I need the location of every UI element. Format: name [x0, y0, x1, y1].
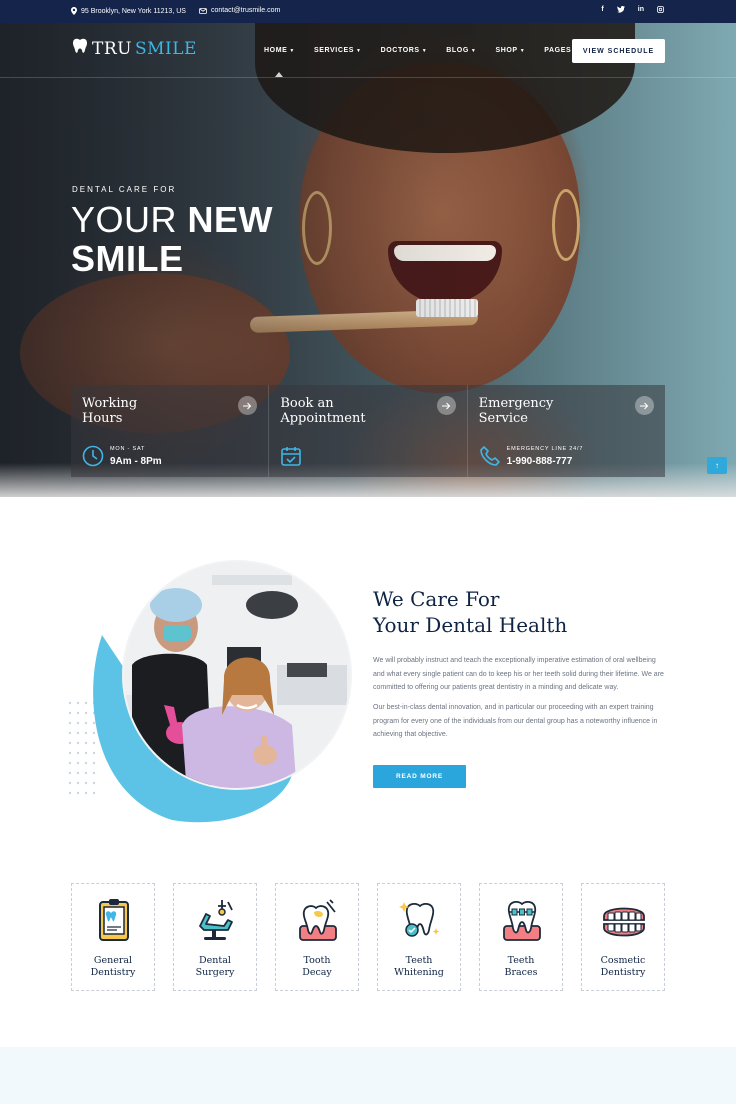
nav-item-label: SERVICES [313, 47, 355, 54]
email[interactable]: contact@trusmile.com [199, 7, 280, 14]
address-text: 95 Brooklyn, New York 11213, US [81, 7, 186, 15]
nav-item-label: DOCTORS [380, 47, 420, 54]
phone-icon [479, 445, 501, 472]
arrow-right-icon[interactable] [436, 396, 456, 415]
logo-text-tru: TRU [92, 38, 132, 59]
clipboard-tooth-icon [90, 896, 138, 944]
arrow-right-icon[interactable] [238, 396, 258, 415]
email-text[interactable]: contact@trusmile.com [211, 7, 280, 14]
scroll-to-top-button[interactable]: ↑ [707, 457, 727, 474]
caret-down-icon: ▼ [519, 48, 526, 54]
logo-text-smile: SMILE [134, 38, 197, 59]
view-schedule-button[interactable]: VIEW SCHEDULE [572, 39, 665, 63]
active-menu-indicator [275, 72, 283, 77]
arrow-right-icon[interactable] [634, 396, 654, 415]
service-teeth-braces[interactable]: Teeth Braces [479, 883, 563, 991]
dental-chair-icon [192, 896, 240, 944]
card-working-hours[interactable]: Working Hours MON - SAT 9Am - 8Pm [71, 385, 270, 477]
card-small-text: EMERGENCY LINE 24/7 [506, 446, 584, 452]
caret-down-icon: ▼ [421, 48, 428, 54]
clock-icon [82, 445, 104, 472]
nav-menu: HOME ▼ SERVICES ▼ DOCTORS ▼ BLOG ▼ SHOP ▼ PAG… [264, 47, 579, 54]
hero-title-line2: SMILE [71, 238, 184, 279]
card-title: Working Hours [82, 396, 138, 426]
dentures-icon [600, 896, 648, 944]
service-cosmetic-dentistry[interactable]: Cosmetic Dentistry [581, 883, 665, 991]
about-paragraph-1: We will probably instruct and teach the … [373, 657, 664, 691]
twitter-icon[interactable] [616, 6, 625, 13]
caret-down-icon: ▼ [356, 48, 362, 54]
card-big-text[interactable]: 1-990-888-777 [507, 456, 573, 467]
hero-eyebrow: DENTAL CARE FOR [72, 185, 177, 194]
card-book-appointment[interactable]: Book an Appointment [269, 385, 468, 477]
read-more-button[interactable]: READ MORE [373, 765, 466, 788]
info-cards: Working Hours MON - SAT 9Am - 8Pm Book a… [71, 385, 665, 477]
social-links: f in [601, 6, 664, 13]
service-label: Dental Surgery [195, 955, 235, 978]
services-list: General Dentistry Dental Surgery Tooth D… [71, 883, 665, 991]
nav-item-label: SHOP [495, 47, 518, 54]
hero-title-bold: NEW [187, 199, 274, 240]
address: 95 Brooklyn, New York 11213, US [71, 7, 186, 15]
card-small-text: MON - SAT [110, 446, 146, 452]
sparkling-tooth-icon [396, 896, 444, 944]
nav-item-services[interactable]: SERVICES ▼ [314, 47, 362, 54]
card-big-text: 9Am - 8Pm [110, 456, 162, 467]
nav-item-label: BLOG [446, 47, 469, 54]
next-section-band [0, 1047, 736, 1104]
card-title: Emergency Service [478, 396, 554, 426]
card-title: Book an Appointment [280, 396, 366, 426]
service-label: Teeth Braces [504, 955, 538, 978]
caret-down-icon: ▼ [470, 48, 477, 54]
instagram-icon[interactable] [657, 6, 664, 13]
calendar-check-icon [280, 445, 302, 472]
nav-item-doctors[interactable]: DOCTORS ▼ [381, 47, 428, 54]
service-label: General Dentistry [90, 955, 136, 978]
service-teeth-whitening[interactable]: Teeth Whitening [377, 883, 461, 991]
envelope-icon [199, 7, 207, 14]
service-tooth-decay[interactable]: Tooth Decay [275, 883, 359, 991]
about-image [62, 555, 352, 825]
nav-item-shop[interactable]: SHOP ▼ [495, 47, 525, 54]
service-label: Teeth Whitening [394, 955, 444, 978]
map-pin-icon [71, 7, 77, 15]
service-label: Tooth Decay [302, 955, 332, 978]
braces-icon [498, 896, 546, 944]
caret-down-icon: ▼ [289, 48, 295, 54]
nav-item-home[interactable]: HOME ▼ [264, 47, 295, 54]
facebook-icon[interactable]: f [601, 6, 603, 13]
tooth-logo-icon [71, 37, 89, 60]
top-bar: 95 Brooklyn, New York 11213, US contact@… [0, 0, 736, 23]
service-general-dentistry[interactable]: General Dentistry [71, 883, 155, 991]
about-title: We Care For Your Dental Health [373, 586, 567, 638]
linkedin-icon[interactable]: in [638, 6, 644, 13]
nav-item-label: PAGES [544, 47, 572, 54]
card-emergency-service[interactable]: Emergency Service EMERGENCY LINE 24/7 1-… [467, 385, 665, 477]
service-label: Cosmetic Dentistry [600, 955, 646, 978]
nav-item-label: HOME [264, 47, 288, 54]
logo[interactable]: TRU SMILE [71, 37, 197, 60]
nav-item-blog[interactable]: BLOG ▼ [446, 47, 476, 54]
about-title-line1: We Care For [373, 587, 500, 611]
about-paragraph-2: Our best-in-class dental innovation, and… [373, 704, 658, 738]
hero-title-light: YOUR [71, 199, 188, 240]
service-dental-surgery[interactable]: Dental Surgery [173, 883, 257, 991]
tooth-decay-icon [294, 896, 342, 944]
about-title-line2: Your Dental Health [373, 613, 568, 637]
hero-title: YOUR NEW SMILE [71, 200, 273, 278]
